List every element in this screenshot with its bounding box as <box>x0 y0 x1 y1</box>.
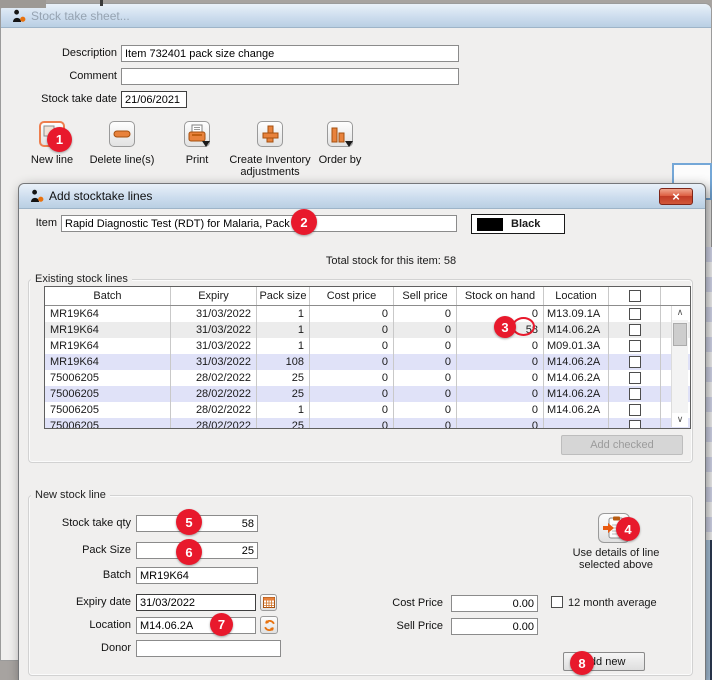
annotation-badge-7: 7 <box>210 613 233 636</box>
twelve-month-average-checkbox[interactable] <box>551 596 563 608</box>
twelve-month-average-label: 12 month average <box>568 597 657 609</box>
item-label: Item <box>25 215 57 232</box>
row-checkbox[interactable] <box>629 356 641 368</box>
batch-input[interactable] <box>136 567 258 584</box>
dialog-title: Add stocktake lines <box>49 189 152 203</box>
item-color-box: Black <box>471 214 565 234</box>
row-checkbox[interactable] <box>629 308 641 320</box>
table-row[interactable]: 75006205 28/02/2022 25 0 0 0 M14.06.2A <box>45 370 690 386</box>
delete-lines-button[interactable] <box>109 121 135 147</box>
inventory-adjustments-icon <box>259 123 281 145</box>
batch-label: Batch <box>21 567 131 584</box>
select-all-checkbox[interactable] <box>629 290 641 302</box>
row-checkbox[interactable] <box>629 404 641 416</box>
col-header-cost-price[interactable]: Cost price <box>310 287 394 305</box>
order-by-dropdown-icon <box>345 141 353 147</box>
pack-size-label: Pack Size <box>21 542 131 559</box>
description-input[interactable] <box>121 45 459 62</box>
order-by-label: Order by <box>295 154 385 166</box>
sell-price-label: Sell Price <box>386 618 443 635</box>
expiry-date-input[interactable] <box>136 594 256 611</box>
order-by-button[interactable] <box>327 121 353 147</box>
refresh-icon <box>263 619 276 632</box>
total-stock-text: Total stock for this item: 58 <box>266 255 516 267</box>
table-row[interactable]: 75006205 28/02/2022 25 0 0 0 M14.06.2A <box>45 386 690 402</box>
table-row[interactable]: 75006205 28/02/2022 1 0 0 0 M14.06.2A <box>45 402 690 418</box>
annotation-badge-3: 3 <box>494 316 516 338</box>
print-dropdown-icon <box>202 141 210 147</box>
col-header-expiry[interactable]: Expiry <box>171 287 257 305</box>
row-checkbox[interactable] <box>629 388 641 400</box>
delete-lines-icon <box>111 123 133 145</box>
add-checked-button[interactable]: Add checked <box>561 435 683 455</box>
scroll-down-icon[interactable]: ∨ <box>672 413 688 427</box>
new-stock-line-label: New stock line <box>31 489 110 501</box>
table-row[interactable]: MR19K64 31/03/2022 108 0 0 0 M14.06.2A <box>45 354 690 370</box>
table-row[interactable]: MR19K64 31/03/2022 1 0 0 0 M09.01.3A <box>45 338 690 354</box>
scrollbar-thumb[interactable] <box>673 323 687 346</box>
comment-input[interactable] <box>121 68 459 85</box>
annotation-badge-5: 5 <box>176 509 202 535</box>
desktop-fragment <box>0 0 46 8</box>
existing-stock-lines-label: Existing stock lines <box>31 273 132 285</box>
cost-price-input[interactable] <box>451 595 538 612</box>
row-checkbox[interactable] <box>629 340 641 352</box>
color-name: Black <box>511 218 540 230</box>
donor-label: Donor <box>21 640 131 657</box>
location-refresh-button[interactable] <box>260 616 278 634</box>
annotation-badge-8: 8 <box>570 651 594 675</box>
col-header-stock-on-hand[interactable]: Stock on hand <box>457 287 544 305</box>
item-input[interactable] <box>61 215 457 232</box>
table-row[interactable]: 75006205 28/02/2022 25 0 0 0 <box>45 418 690 429</box>
location-input[interactable] <box>136 617 256 634</box>
scroll-up-icon[interactable]: ∧ <box>672 306 688 320</box>
desktop-fragment-tick <box>100 0 103 6</box>
main-window-title: Stock take sheet... <box>31 9 130 23</box>
location-label: Location <box>21 617 131 634</box>
expiry-date-label: Expiry date <box>21 594 131 611</box>
cost-price-label: Cost Price <box>386 595 443 612</box>
stock-take-qty-label: Stock take qty <box>21 515 131 532</box>
calendar-button[interactable] <box>260 594 277 611</box>
add-stocktake-lines-dialog: Add stocktake lines × Item Black Total s… <box>18 183 706 680</box>
col-header-batch[interactable]: Batch <box>45 287 171 305</box>
col-header-checkbox <box>609 287 661 305</box>
table-row[interactable]: MR19K64 31/03/2022 1 0 0 58 M14.06.2A <box>45 322 690 338</box>
row-checkbox[interactable] <box>629 372 641 384</box>
use-details-caption: Use details of line selected above <box>556 547 676 571</box>
calendar-icon <box>263 597 275 608</box>
row-checkbox[interactable] <box>629 324 641 336</box>
table-row[interactable]: MR19K64 31/03/2022 1 0 0 0 M13.09.1A <box>45 306 690 322</box>
description-label: Description <box>21 45 117 62</box>
donor-input[interactable] <box>136 640 281 657</box>
col-header-location[interactable]: Location <box>544 287 609 305</box>
table-scrollbar[interactable]: ∧ ∨ <box>671 306 688 427</box>
print-button[interactable] <box>184 121 210 147</box>
dialog-title-bar[interactable]: Add stocktake lines × <box>19 184 705 209</box>
row-checkbox[interactable] <box>629 420 641 429</box>
close-icon[interactable]: × <box>659 188 693 205</box>
table-header-row: Batch Expiry Pack size Cost price Sell p… <box>45 287 690 306</box>
app-icon <box>12 9 26 23</box>
create-inventory-adjustments-button[interactable] <box>257 121 283 147</box>
comment-label: Comment <box>21 68 117 85</box>
annotation-badge-2: 2 <box>291 209 317 235</box>
color-swatch <box>477 218 503 231</box>
col-header-pack-size[interactable]: Pack size <box>257 287 310 305</box>
dialog-app-icon <box>30 189 44 203</box>
stock-take-date-label: Stock take date <box>21 91 117 108</box>
annotation-badge-1: 1 <box>47 127 72 152</box>
annotation-badge-4: 4 <box>616 517 640 541</box>
sell-price-input[interactable] <box>451 618 538 635</box>
col-header-sell-price[interactable]: Sell price <box>394 287 457 305</box>
main-title-bar[interactable]: Stock take sheet... <box>1 4 711 28</box>
annotation-badge-6: 6 <box>176 539 202 565</box>
stock-take-date-input[interactable] <box>121 91 187 108</box>
existing-stock-lines-table: Batch Expiry Pack size Cost price Sell p… <box>44 286 691 429</box>
